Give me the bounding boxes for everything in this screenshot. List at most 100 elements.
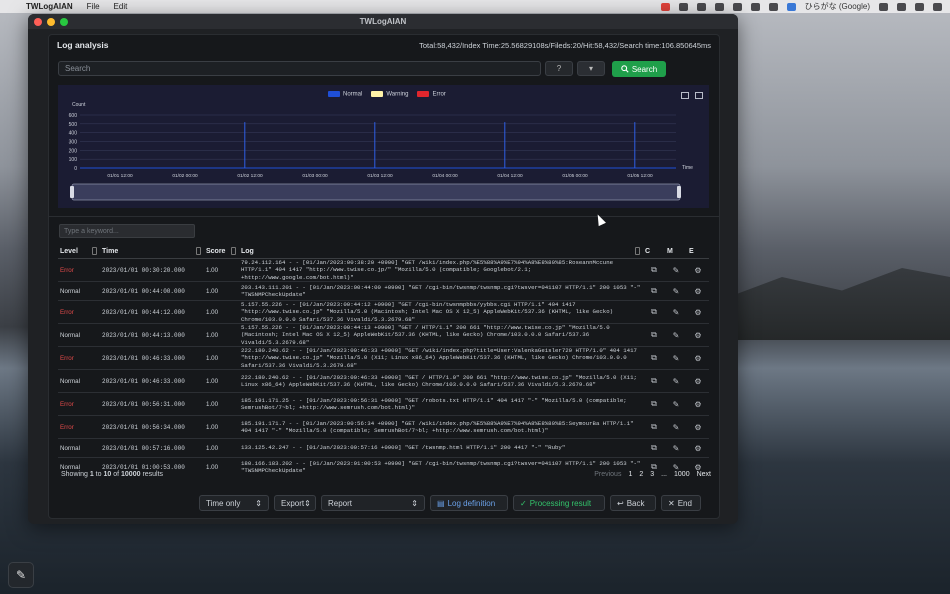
status-play-icon[interactable]	[750, 2, 760, 11]
range-slider	[71, 183, 681, 201]
next-page[interactable]: Next	[697, 471, 711, 478]
gear-icon[interactable]: ⚙	[687, 300, 709, 324]
row-log: 5.157.55.226 - - [01/Jan/2023:00:44:13 +…	[239, 323, 643, 347]
previous-page[interactable]: Previous	[594, 471, 621, 478]
status-bold-icon[interactable]	[714, 2, 724, 11]
gear-icon[interactable]: ⚙	[687, 346, 709, 370]
copy-icon[interactable]: ⧉	[643, 392, 665, 416]
gear-icon[interactable]: ⚙	[687, 415, 709, 439]
pencil-icon[interactable]: ✎	[665, 258, 687, 282]
page-1000[interactable]: 1000	[674, 471, 690, 478]
copy-icon[interactable]: ⧉	[643, 346, 665, 370]
col-log[interactable]: Log	[239, 245, 643, 259]
gear-icon[interactable]: ⚙	[687, 258, 709, 282]
col-level[interactable]: Level	[58, 245, 100, 259]
copy-icon[interactable]: ⧉	[643, 415, 665, 439]
status-app-icon[interactable]	[660, 2, 670, 11]
processing-result-button[interactable]: ✓ Processing result	[513, 495, 605, 511]
page-2[interactable]: 2	[639, 471, 643, 478]
table-row[interactable]: Error 2023/01/01 00:56:34.000 1.00 185.191.…	[58, 415, 709, 439]
pencil-icon[interactable]: ✎	[665, 300, 687, 324]
col-score[interactable]: Score	[204, 245, 239, 259]
copy-icon[interactable]: ⧉	[643, 323, 665, 347]
input-method-label[interactable]: ひらがな (Google)	[805, 1, 870, 12]
gear-icon[interactable]: ⚙	[687, 392, 709, 416]
help-button[interactable]: ?	[545, 61, 573, 76]
menu-app-name[interactable]: TWLogAIAN	[26, 2, 73, 11]
back-button[interactable]: ↩ Back	[610, 495, 656, 511]
report-select[interactable]: Report ⇕	[321, 495, 425, 511]
y-axis-label: Count	[72, 102, 86, 108]
row-time: 2023/01/01 00:44:12.000	[100, 300, 204, 324]
sort-icon[interactable]	[635, 247, 640, 255]
clock-icon[interactable]	[933, 2, 942, 11]
row-score: 1.00	[204, 369, 239, 393]
row-log: 222.180.240.62 - - [01/Jan/2023:00:46:33…	[239, 369, 643, 393]
time-display-select[interactable]: Time only ⇕	[199, 495, 269, 511]
note-app-icon[interactable]: ✎	[8, 562, 34, 588]
table-row[interactable]: Normal 2023/01/01 00:57:16.000 1.00 133.125…	[58, 438, 709, 458]
status-compass-icon[interactable]	[678, 2, 688, 11]
table-row[interactable]: Normal 2023/01/01 00:46:33.000 1.00 222.180…	[58, 369, 709, 393]
copy-icon[interactable]: ⧉	[643, 369, 665, 393]
row-time: 2023/01/01 00:44:00.000	[100, 281, 204, 301]
gear-icon[interactable]: ⚙	[687, 438, 709, 458]
control-center-icon[interactable]	[915, 2, 924, 11]
gear-icon[interactable]: ⚙	[687, 323, 709, 347]
pencil-icon[interactable]: ✎	[665, 415, 687, 439]
close-icon: ✕	[668, 498, 675, 508]
copy-icon[interactable]: ⧉	[643, 438, 665, 458]
menubar-status-area: ひらがな (Google)	[660, 1, 950, 12]
search-input[interactable]: Search	[58, 61, 541, 76]
menu-edit[interactable]: Edit	[114, 2, 128, 11]
page-1[interactable]: 1	[628, 471, 632, 478]
sort-icon[interactable]	[196, 247, 201, 255]
copy-icon[interactable]: ⧉	[643, 281, 665, 301]
export-select[interactable]: Export ⇕	[274, 495, 316, 511]
pencil-icon[interactable]: ✎	[665, 346, 687, 370]
log-definition-button[interactable]: ▤ Log definition	[430, 495, 508, 511]
col-time[interactable]: Time	[100, 245, 204, 259]
y-tick-label: 400	[69, 131, 78, 137]
pencil-icon[interactable]: ✎	[665, 392, 687, 416]
volume-icon[interactable]	[768, 2, 778, 11]
page-3[interactable]: 3	[650, 471, 654, 478]
gear-icon[interactable]: ⚙	[687, 281, 709, 301]
search-button[interactable]: Search	[612, 61, 666, 77]
table-row[interactable]: Error 2023/01/01 00:44:12.000 1.00 5.157.55…	[58, 300, 709, 324]
x-tick-label: 01/05 00:00	[562, 173, 588, 179]
input-method-icon[interactable]	[786, 2, 796, 11]
table-row[interactable]: Normal 2023/01/01 00:44:00.000 1.00 203.143…	[58, 281, 709, 301]
table-row[interactable]: Error 2023/01/01 00:56:31.000 1.00 185.191.…	[58, 392, 709, 416]
sort-icon[interactable]	[231, 247, 236, 255]
row-log: 185.191.171.25 - - [01/Jan/2023:00:56:31…	[239, 392, 643, 416]
status-cloud-icon[interactable]	[696, 2, 706, 11]
pencil-icon[interactable]: ✎	[665, 281, 687, 301]
x-tick-label: 01/03 00:00	[302, 173, 328, 179]
search-history-dropdown[interactable]: ▾	[577, 61, 605, 76]
bluetooth-icon[interactable]	[879, 2, 888, 11]
sort-icon[interactable]	[92, 247, 97, 255]
gear-icon[interactable]: ⚙	[687, 369, 709, 393]
stats-summary: Total:58,432/Index Time:25.56829108s/Fil…	[419, 40, 711, 50]
table-row[interactable]: Error 2023/01/01 00:46:33.000 1.00 222.180.…	[58, 346, 709, 370]
keyword-filter-input[interactable]: Type a keyword...	[59, 224, 195, 238]
pencil-icon[interactable]: ✎	[665, 369, 687, 393]
status-bird-icon[interactable]	[732, 2, 742, 11]
window-titlebar[interactable]: TWLogAIAN	[28, 14, 738, 29]
end-button[interactable]: ✕ End	[661, 495, 701, 511]
table-row[interactable]: Error 2023/01/01 00:30:20.000 1.00 79.24.11…	[58, 258, 709, 282]
row-score: 1.00	[204, 300, 239, 324]
pencil-icon[interactable]: ✎	[665, 323, 687, 347]
table-row[interactable]: Normal 2023/01/01 00:44:13.000 1.00 5.157.5…	[58, 323, 709, 347]
copy-icon[interactable]: ⧉	[643, 300, 665, 324]
pencil-icon[interactable]: ✎	[665, 438, 687, 458]
menu-file[interactable]: File	[87, 2, 100, 11]
col-copy: C	[643, 245, 665, 259]
wifi-icon[interactable]	[897, 2, 906, 11]
histogram-chart[interactable]: Normal Warning Error 0 100 200 300 400 500 600…	[58, 85, 709, 208]
x-tick-label: 01/03 12:00	[367, 173, 393, 179]
row-log: 133.125.42.247 - - [01/Jan/2023:00:57:16…	[239, 438, 643, 458]
copy-icon[interactable]: ⧉	[643, 258, 665, 282]
row-level: Normal	[58, 369, 100, 393]
